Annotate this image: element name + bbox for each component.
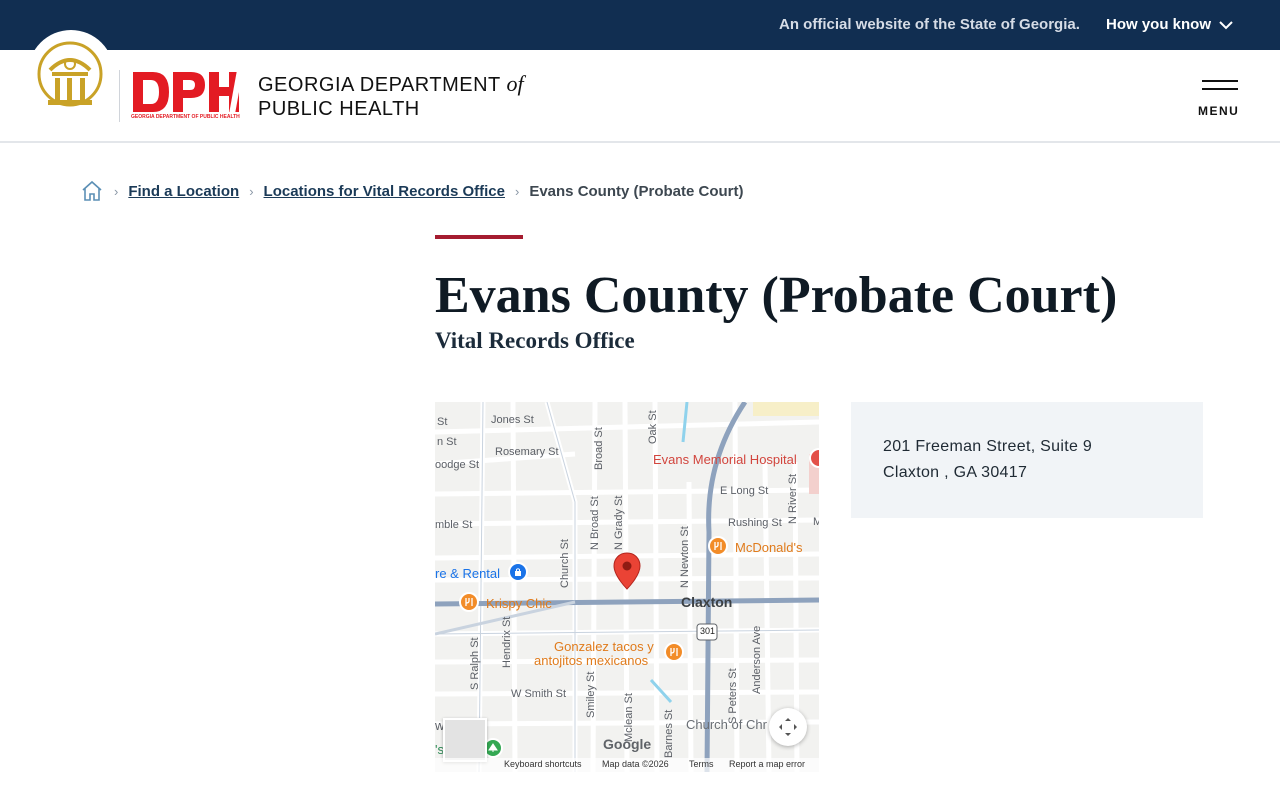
fullscreen-icon	[779, 718, 797, 736]
breadcrumb-separator-icon: ›	[114, 183, 119, 199]
agency-name-line1: GEORGIA DEPARTMENT	[258, 74, 501, 96]
restaurant-marker-icon[interactable]	[459, 592, 479, 612]
map-street-label: S Ralph St	[469, 637, 481, 690]
map-street-label: Broad St	[593, 427, 605, 470]
map-street-label: Jones St	[491, 414, 534, 426]
official-site-banner: An official website of the State of Geor…	[0, 0, 1280, 50]
map-street-label: E Long St	[720, 485, 769, 497]
fullscreen-button[interactable]	[769, 708, 807, 746]
location-map[interactable]: St Jones St n St Rosemary St oodge St Br…	[435, 402, 819, 772]
agency-name-line2: PUBLIC HEALTH	[258, 98, 420, 120]
map-poi-gonzalez-line2[interactable]: antojitos mexicanos	[534, 653, 648, 668]
restaurant-marker-icon[interactable]	[664, 642, 684, 662]
address-street: 201 Freeman Street, Suite 9	[883, 438, 1093, 455]
map-street-label: n St	[437, 436, 457, 448]
map-street-label: St	[437, 416, 448, 428]
logo-divider	[119, 70, 120, 122]
map-street-label: W Smith St	[511, 688, 567, 700]
map-street-label: N River St	[787, 473, 799, 524]
map-street-label: Barnes St	[663, 709, 675, 758]
map-street-label: Smiley St	[585, 671, 597, 718]
map-town-label: Claxton	[681, 594, 733, 610]
google-logo: Google	[603, 736, 652, 752]
map-street-label: oodge St	[435, 459, 480, 471]
chevron-down-icon	[1219, 20, 1233, 29]
map-street-label: S Peters St	[727, 668, 739, 724]
location-pin-icon[interactable]	[613, 552, 641, 590]
map-poi-mcdonalds[interactable]: McDonald's	[735, 540, 803, 555]
shopping-marker-icon[interactable]	[508, 562, 528, 582]
address-card: 201 Freeman Street, Suite 9 Claxton , GA…	[851, 402, 1203, 518]
map-poi-krispy[interactable]: Krispy Chic	[486, 596, 552, 611]
breadcrumb-current: Evans County (Probate Court)	[529, 182, 744, 200]
map-street-label: N Broad St	[589, 496, 601, 550]
page-title: Evans County (Probate Court)	[435, 267, 1118, 324]
terms-link[interactable]: Terms	[689, 759, 714, 769]
map-poi-hospital[interactable]: Evans Memorial Hospital	[653, 452, 797, 467]
georgia-seal-logo[interactable]	[28, 30, 114, 116]
agency-name-of: of	[506, 71, 524, 96]
map-street-label: Rosemary St	[495, 446, 559, 458]
state-seal-icon	[37, 41, 103, 107]
menu-label: MENU	[1198, 104, 1240, 118]
dph-logo-caption: GEORGIA DEPARTMENT OF PUBLIC HEALTH	[131, 114, 240, 120]
map-data-text: Map data ©2026	[602, 759, 669, 769]
map-street-label: Anderson Ave	[751, 625, 763, 694]
hamburger-icon	[1202, 80, 1238, 82]
map-poi-gonzalez-line1[interactable]: Gonzalez tacos y	[554, 639, 654, 654]
breadcrumb-separator-icon: ›	[514, 183, 520, 199]
how-you-know-label: How you know	[1106, 16, 1211, 33]
breadcrumb-vital-records-locations[interactable]: Locations for Vital Records Office	[264, 183, 505, 200]
map-poi-rental[interactable]: re & Rental	[435, 566, 500, 581]
breadcrumb: › Find a Location › Locations for Vital …	[80, 178, 744, 204]
breadcrumb-find-location[interactable]: Find a Location	[128, 183, 239, 200]
map-street-label: Church St	[559, 539, 571, 588]
hamburger-icon-bar	[1202, 88, 1238, 90]
map-street-label: Oak St	[647, 410, 659, 444]
menu-button[interactable]: MENU	[1196, 78, 1244, 122]
agency-name[interactable]: GEORGIA DEPARTMENT of PUBLIC HEALTH	[258, 72, 524, 121]
title-accent-line	[435, 235, 523, 239]
how-you-know-toggle[interactable]: How you know	[1106, 16, 1233, 33]
site-header: GEORGIA DEPARTMENT OF PUBLIC HEALTH GEOR…	[0, 30, 1280, 143]
map-street-label: Hendrix St	[501, 616, 513, 668]
map-street-label: Rushing St	[728, 517, 782, 529]
page-subtitle: Vital Records Office	[435, 328, 635, 353]
address-city-state-zip: Claxton , GA 30417	[883, 464, 1028, 481]
map-street-label: N Newton St	[679, 526, 691, 588]
map-type-toggle[interactable]	[443, 718, 487, 762]
map-attribution: Keyboard shortcuts Map data ©2026 Terms …	[435, 758, 819, 772]
map-street-label: M	[813, 516, 819, 528]
breadcrumb-separator-icon: ›	[249, 183, 254, 199]
map-street-label: N Grady St	[613, 495, 625, 550]
map-poi-church[interactable]: Church of Chr	[686, 717, 767, 732]
highway-shield-icon: 301	[700, 626, 716, 636]
restaurant-marker-icon[interactable]	[708, 536, 728, 556]
home-icon[interactable]	[80, 179, 104, 203]
report-map-error-link[interactable]: Report a map error	[729, 759, 805, 769]
dph-logo[interactable]: GEORGIA DEPARTMENT OF PUBLIC HEALTH	[131, 70, 243, 127]
map-street-label: mble St	[435, 519, 473, 531]
keyboard-shortcuts-link[interactable]: Keyboard shortcuts	[504, 759, 582, 769]
map-street-label: Mclean St	[623, 693, 635, 742]
official-site-text: An official website of the State of Geor…	[779, 16, 1080, 33]
